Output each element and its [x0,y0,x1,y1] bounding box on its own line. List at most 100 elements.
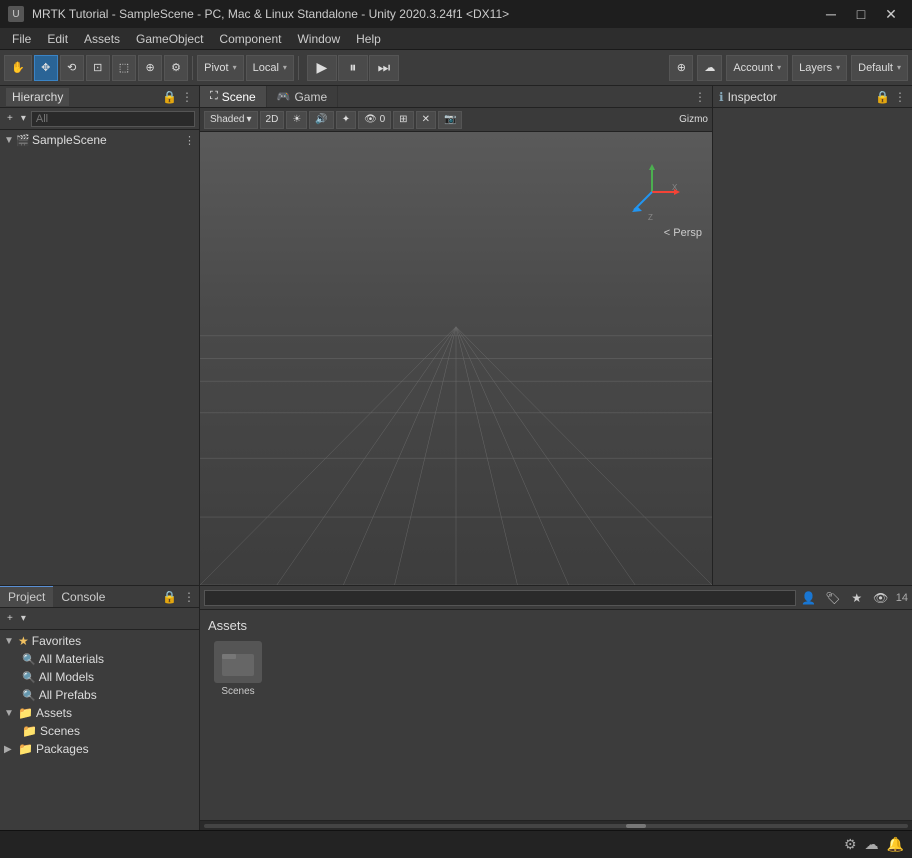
scene-name: SampleScene [32,133,107,147]
pivot-dropdown[interactable]: Pivot ▾ [197,55,243,81]
menu-edit[interactable]: Edit [39,30,76,48]
assets-scrollbar [200,820,912,830]
custom-tool[interactable]: ⚙ [164,55,188,81]
hierarchy-lock[interactable]: 🔒 [162,90,177,104]
pause-button[interactable]: ⏸ [338,55,368,81]
shading-label: Shaded [210,114,244,125]
hierarchy-add-dropdown[interactable]: ▾ [18,112,29,125]
toolbar: ✋ ✥ ⟲ ⊡ ⬚ ⊕ ⚙ Pivot ▾ Local ▾ ▶ ⏸ ⏭ ⊕ ☁ … [0,50,912,86]
menu-component[interactable]: Component [211,30,289,48]
hand-tool[interactable]: ✋ [4,55,32,81]
camera-btn[interactable]: 📷 [438,111,462,129]
all-models-item[interactable]: 🔍 All Models [0,668,199,686]
audio-btn[interactable]: 🔊 [309,111,333,129]
scenes-folder-item[interactable]: Scenes [208,641,268,697]
tab-project[interactable]: Project [0,586,53,607]
scale-tool[interactable]: ⊡ [86,55,110,81]
play-controls: ▶ ⏸ ⏭ [307,55,399,81]
step-button[interactable]: ⏭ [369,55,399,81]
shading-dropdown[interactable]: Shaded ▾ [204,111,258,129]
status-icons: ⚙ ☁ 🔔 [844,836,904,853]
all-prefabs-item[interactable]: 🔍 All Prefabs [0,686,199,704]
inspector-more[interactable]: ⋮ [894,90,906,104]
collab-button[interactable]: ⊕ [669,55,693,81]
layers-dropdown[interactable]: Layers ▾ [792,55,847,81]
tab-console[interactable]: Console [53,586,113,607]
cloud-button[interactable]: ☁ [697,55,722,81]
hierarchy-tab[interactable]: Hierarchy [6,88,69,106]
folder-icon-svg [222,648,254,676]
packages-label: Packages [36,742,89,756]
hierarchy-search[interactable] [31,111,195,127]
hierarchy-toolbar: + ▾ [0,108,199,130]
maximize-button[interactable]: □ [848,4,874,24]
scene-game-tabs: ⛶ Scene 🎮 Game ⋮ [200,86,712,108]
scenes-folder-thumb [214,641,262,683]
gizmo-widget[interactable]: Z X Y [622,162,682,222]
rotate-tool[interactable]: ⟲ [60,55,84,81]
account-dropdown[interactable]: Account ▾ [726,55,788,81]
favorites-item[interactable]: ▼ ★ Favorites [0,632,199,650]
account-arrow: ▾ [777,63,781,72]
assets-filter-btn[interactable]: 👤 [798,589,820,607]
status-icon-3[interactable]: 🔔 [887,836,904,853]
all-models-label: All Models [39,670,94,684]
project-lock[interactable]: 🔒 [156,590,183,604]
assets-eye-btn[interactable]: 👁 [870,589,892,607]
grid-btn[interactable]: ⊞ [393,111,413,129]
scroll-thumb[interactable] [626,824,646,828]
assets-star-btn[interactable]: ★ [846,589,868,607]
status-icon-1[interactable]: ⚙ [844,836,857,853]
effects-btn[interactable]: ✦ [336,111,356,129]
assets-label-btn[interactable]: 🏷 [822,589,844,607]
scroll-track [204,824,908,828]
layout-dropdown[interactable]: Default ▾ [851,55,908,81]
menu-assets[interactable]: Assets [76,30,128,48]
favorites-arrow: ▼ [4,636,18,647]
status-icon-2[interactable]: ☁ [865,836,879,853]
asset-grid: Scenes [208,641,904,697]
minimize-button[interactable]: ─ [818,4,844,24]
scene-more[interactable]: ⋮ [688,90,712,104]
scenes-item[interactable]: 📁 Scenes [0,722,199,740]
scene-more[interactable]: ⋮ [184,134,195,147]
assets-item[interactable]: ▼ 📁 Assets [0,704,199,722]
2d-toggle[interactable]: 2D [260,111,285,129]
assets-search-input[interactable] [204,590,796,606]
local-dropdown[interactable]: Local ▾ [246,55,294,81]
pivot-label: Pivot [204,62,228,74]
menu-help[interactable]: Help [348,30,389,48]
inspector-lock[interactable]: 🔒 [875,90,890,104]
transform-tool[interactable]: ⊕ [138,55,162,81]
local-label: Local [253,62,279,74]
assets-content: Assets Scenes [200,610,912,820]
inspector-header: ℹ Inspector 🔒 ⋮ [713,86,912,108]
visibility-btn[interactable]: 👁 0 [358,111,391,129]
lighting-btn[interactable]: ☀ [286,111,307,129]
close-button[interactable]: ✕ [878,4,904,24]
packages-folder-icon: 📁 [18,742,33,756]
hierarchy-more[interactable]: ⋮ [181,90,193,104]
packages-arrow: ▶ [4,744,18,755]
assets-arrow: ▼ [4,708,18,719]
game-tab-label: Game [294,90,327,104]
project-add[interactable]: + [4,612,16,625]
hierarchy-add[interactable]: + [4,112,16,125]
rect-tool[interactable]: ⬚ [112,55,136,81]
project-add-dropdown[interactable]: ▾ [18,612,29,625]
menu-gameobject[interactable]: GameObject [128,30,211,48]
play-button[interactable]: ▶ [307,55,337,81]
packages-item[interactable]: ▶ 📁 Packages [0,740,199,758]
hierarchy-scene-item[interactable]: ▼ 🎬 SampleScene ⋮ [0,132,199,148]
project-more[interactable]: ⋮ [183,590,195,604]
scene-extras[interactable]: ✕ [416,111,436,129]
tab-scene[interactable]: ⛶ Scene [200,86,267,107]
menu-window[interactable]: Window [289,30,348,48]
tab-game[interactable]: 🎮 Game [267,86,338,107]
menu-file[interactable]: File [4,30,39,48]
all-materials-item[interactable]: 🔍 All Materials [0,650,199,668]
viewport[interactable]: Z X Y < Persp [200,132,712,585]
gizmo-svg: Z X Y [622,162,682,222]
layers-label: Layers [799,62,832,74]
move-tool[interactable]: ✥ [34,55,58,81]
